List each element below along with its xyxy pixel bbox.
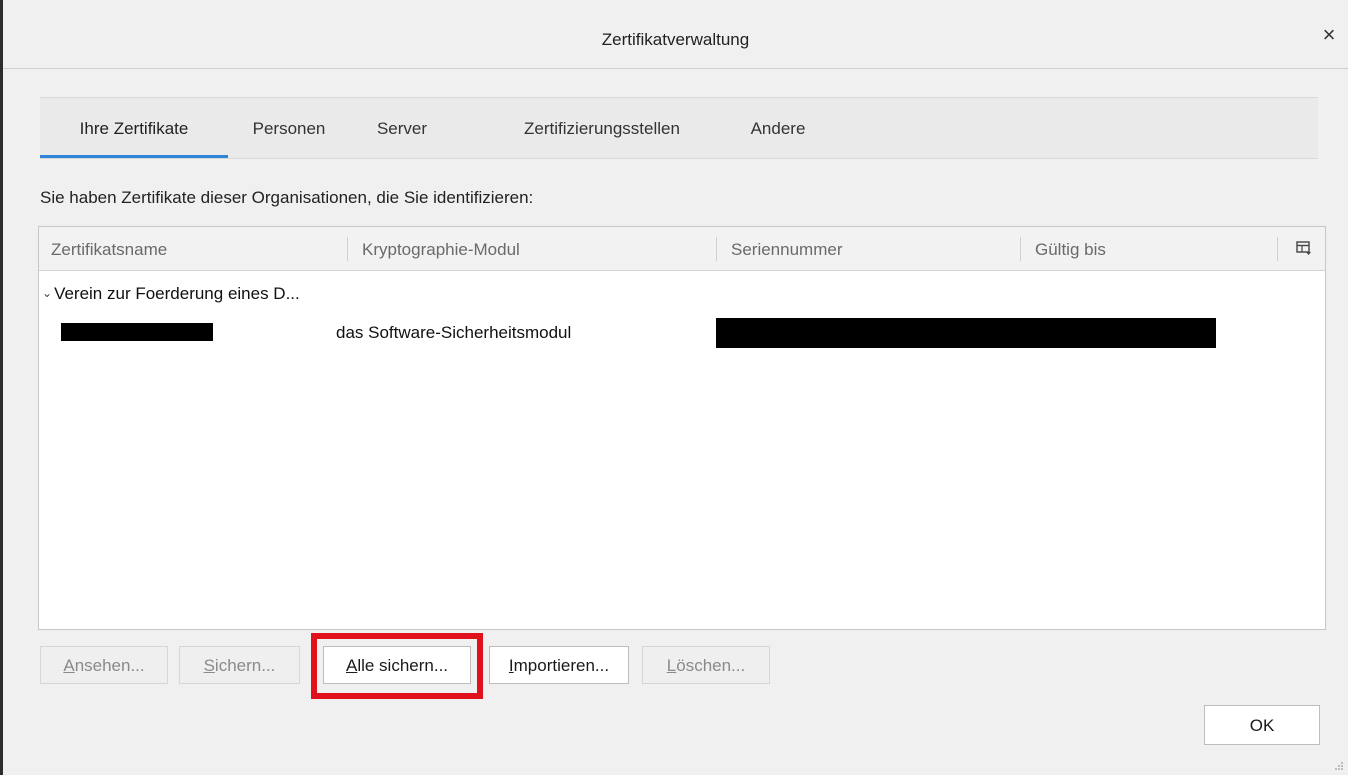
tab-bar: Ihre Zertifikate Personen Server Zertifi… — [40, 97, 1318, 159]
certificate-manager-dialog: Zertifikatverwaltung × Ihre Zertifikate … — [3, 0, 1348, 775]
column-picker-icon[interactable] — [1295, 239, 1313, 257]
certificate-group-row[interactable]: ⌄ Verein zur Foerderung eines D... — [39, 284, 1325, 308]
column-certificate-name[interactable]: Zertifikatsname — [51, 227, 167, 270]
column-valid-until[interactable]: Gültig bis — [1035, 227, 1106, 270]
column-serial-number[interactable]: Seriennummer — [731, 227, 843, 270]
column-divider[interactable] — [347, 237, 348, 261]
table-row[interactable]: das Software-Sicherheitsmodul — [39, 317, 1325, 349]
resize-grip-icon[interactable] — [1334, 761, 1344, 771]
title-bar: Zertifikatverwaltung × — [3, 8, 1348, 69]
import-button[interactable]: Importieren... — [489, 646, 629, 684]
column-divider[interactable] — [1277, 237, 1278, 261]
tab-authorities[interactable]: Zertifizierungsstellen — [482, 98, 722, 158]
redacted-certificate-name — [61, 323, 213, 341]
highlight-annotation — [311, 633, 483, 699]
chevron-down-icon[interactable]: ⌄ — [42, 286, 52, 300]
column-divider[interactable] — [716, 237, 717, 261]
description-text: Sie haben Zertifikate dieser Organisatio… — [40, 188, 534, 207]
certificate-table[interactable]: Zertifikatsname Kryptographie-Modul Seri… — [38, 226, 1326, 630]
tab-your-certificates[interactable]: Ihre Zertifikate — [40, 98, 228, 158]
cell-crypto-module: das Software-Sicherheitsmodul — [336, 323, 572, 342]
column-divider[interactable] — [1020, 237, 1021, 261]
table-header: Zertifikatsname Kryptographie-Modul Seri… — [39, 227, 1325, 271]
tab-people[interactable]: Personen — [228, 98, 350, 158]
column-crypto-module[interactable]: Kryptographie-Modul — [362, 227, 520, 270]
tab-servers[interactable]: Server — [354, 98, 450, 158]
delete-button[interactable]: Löschen... — [642, 646, 770, 684]
backup-button[interactable]: Sichern... — [179, 646, 300, 684]
view-button[interactable]: Ansehen... — [40, 646, 168, 684]
group-label: Verein zur Foerderung eines D... — [54, 284, 300, 303]
dialog-title: Zertifikatverwaltung — [601, 30, 750, 49]
close-icon[interactable]: × — [1318, 24, 1340, 46]
tab-others[interactable]: Andere — [730, 98, 826, 158]
redacted-serial-number — [716, 318, 1216, 348]
ok-button[interactable]: OK — [1204, 705, 1320, 745]
